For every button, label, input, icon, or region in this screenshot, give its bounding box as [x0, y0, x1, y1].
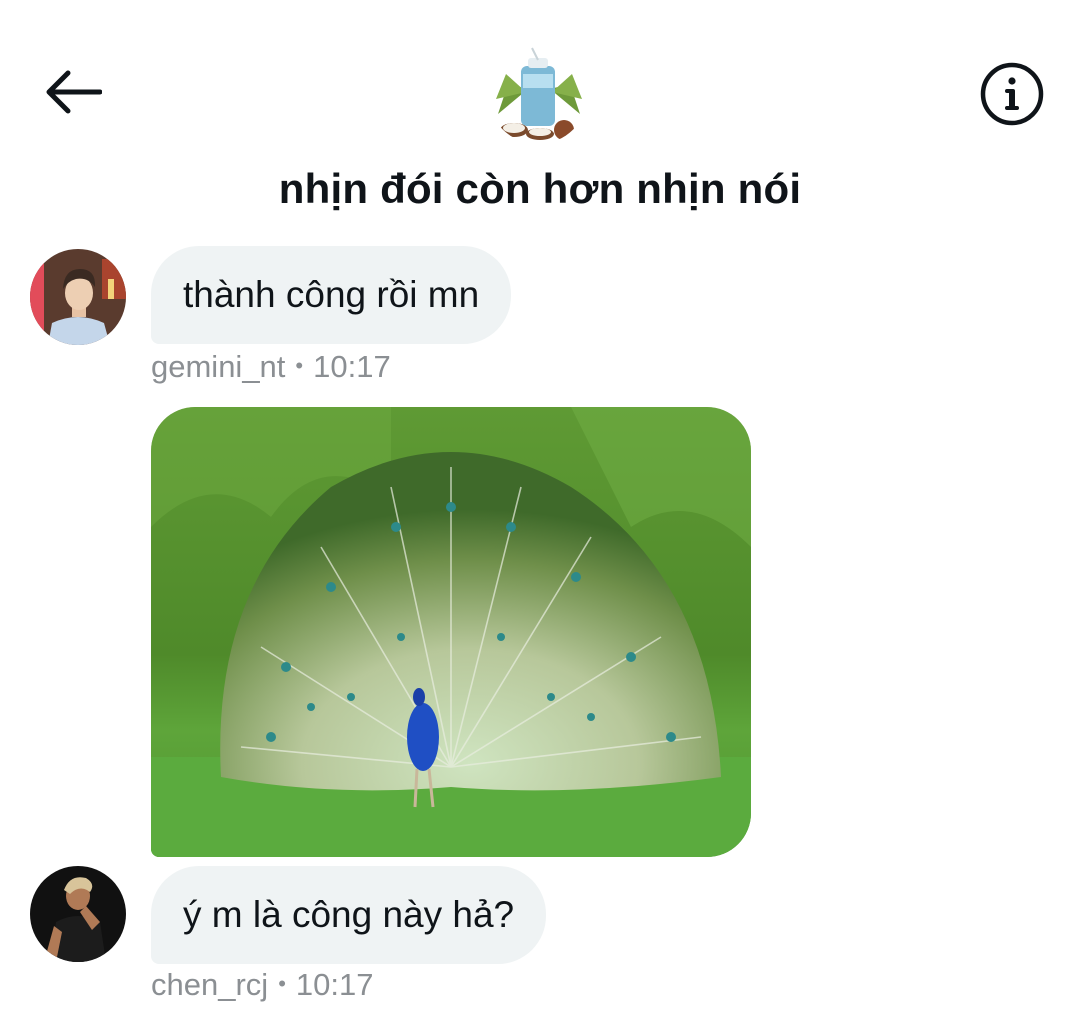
- group-avatar[interactable]: [488, 44, 588, 144]
- meta-separator: •: [278, 970, 286, 996]
- back-button[interactable]: [38, 62, 106, 122]
- message-photo[interactable]: [151, 407, 751, 857]
- message-text: thành công rồi mn: [183, 274, 480, 315]
- sender-name[interactable]: gemini_nt: [151, 349, 285, 384]
- message-time: 10:17: [313, 349, 391, 384]
- coconut-drink-icon: [488, 44, 588, 144]
- message-bubble[interactable]: ý m là công này hả?: [151, 866, 547, 964]
- message-time: 10:17: [295, 967, 374, 1002]
- sender-name[interactable]: chen_rcj: [151, 967, 268, 1002]
- peacock-photo-icon: [151, 407, 751, 857]
- user-avatar-icon: [30, 249, 126, 345]
- avatar-gemini[interactable]: [30, 249, 126, 345]
- info-button[interactable]: [976, 58, 1048, 130]
- back-arrow-icon: [46, 70, 102, 114]
- message-bubble[interactable]: thành công rồi mn: [151, 246, 512, 344]
- message-meta: chen_rcj • 10:17: [151, 967, 373, 1003]
- conversation-title: nhịn đói còn hơn nhịn nói: [278, 165, 802, 212]
- user-avatar-icon: [30, 866, 126, 962]
- message-meta: gemini_nt • 10:17: [151, 349, 391, 385]
- info-icon: [980, 62, 1044, 126]
- meta-separator: •: [295, 352, 304, 378]
- message-text: ý m là công này hả?: [183, 894, 515, 935]
- avatar-chen[interactable]: [30, 866, 126, 962]
